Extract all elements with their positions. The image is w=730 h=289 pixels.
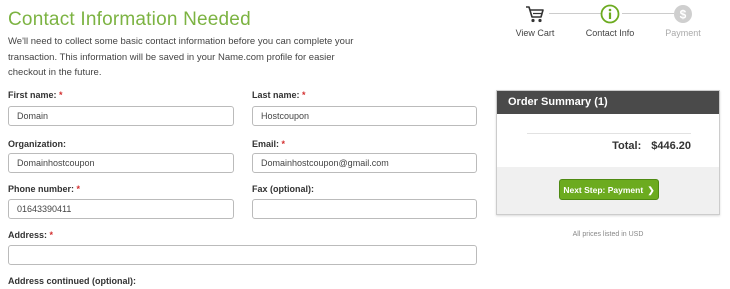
fax-label: Fax (optional): [252, 184, 314, 194]
order-total: Total: $446.20 [612, 140, 691, 152]
first-name-input[interactable] [8, 106, 234, 126]
dollar-icon: $ [674, 5, 692, 23]
step-label: View Cart [515, 28, 555, 38]
required-marker: * [49, 230, 54, 240]
total-amount: $446.20 [651, 140, 691, 152]
email-label: Email: * [252, 139, 286, 149]
summary-footer: Next Step: Payment ❯ [497, 167, 719, 214]
order-summary-title: Order Summary [508, 96, 592, 108]
total-label: Total: [612, 140, 642, 152]
step-contact-info: Contact Info [580, 4, 640, 38]
step-payment: $ Payment [653, 4, 713, 38]
info-icon [600, 4, 620, 24]
chevron-right-icon: ❯ [647, 185, 655, 195]
order-summary: Order Summary (1) Total: $446.20 Next Ste… [496, 90, 720, 215]
next-step-label: Next Step: Payment [563, 185, 644, 195]
last-name-label: Last name: * [252, 90, 306, 100]
email-input[interactable] [252, 153, 477, 173]
currency-note: All prices listed in USD [572, 231, 644, 238]
next-step-payment-button[interactable]: Next Step: Payment ❯ [559, 179, 659, 200]
page-title: Contact Information Needed [8, 9, 251, 30]
phone-input[interactable] [8, 199, 234, 219]
address-input[interactable] [8, 245, 477, 265]
organization-input[interactable] [8, 153, 234, 173]
required-marker: * [76, 184, 81, 194]
svg-text:$: $ [680, 8, 687, 22]
summary-divider [527, 133, 691, 134]
address-label: Address: * [8, 230, 54, 240]
cart-icon [526, 6, 544, 23]
step-label: Contact Info [585, 28, 635, 38]
checkout-steps: View Cart Contact Info $ Payment [505, 0, 715, 40]
required-marker: * [59, 90, 63, 100]
first-name-label: First name: * [8, 90, 63, 100]
order-summary-header: Order Summary (1) [497, 91, 719, 114]
step-view-cart[interactable]: View Cart [505, 4, 565, 38]
step-label: Payment [665, 28, 701, 38]
address-continued-label: Address continued (optional): [8, 276, 136, 286]
phone-label: Phone number: * [8, 184, 81, 194]
required-marker: * [302, 90, 306, 100]
last-name-input[interactable] [252, 106, 477, 126]
intro-text: We'll need to collect some basic contact… [8, 36, 354, 78]
fax-input[interactable] [252, 199, 477, 219]
order-summary-count: (1) [594, 96, 608, 108]
organization-label: Organization: [8, 139, 66, 149]
required-marker: * [281, 139, 286, 149]
